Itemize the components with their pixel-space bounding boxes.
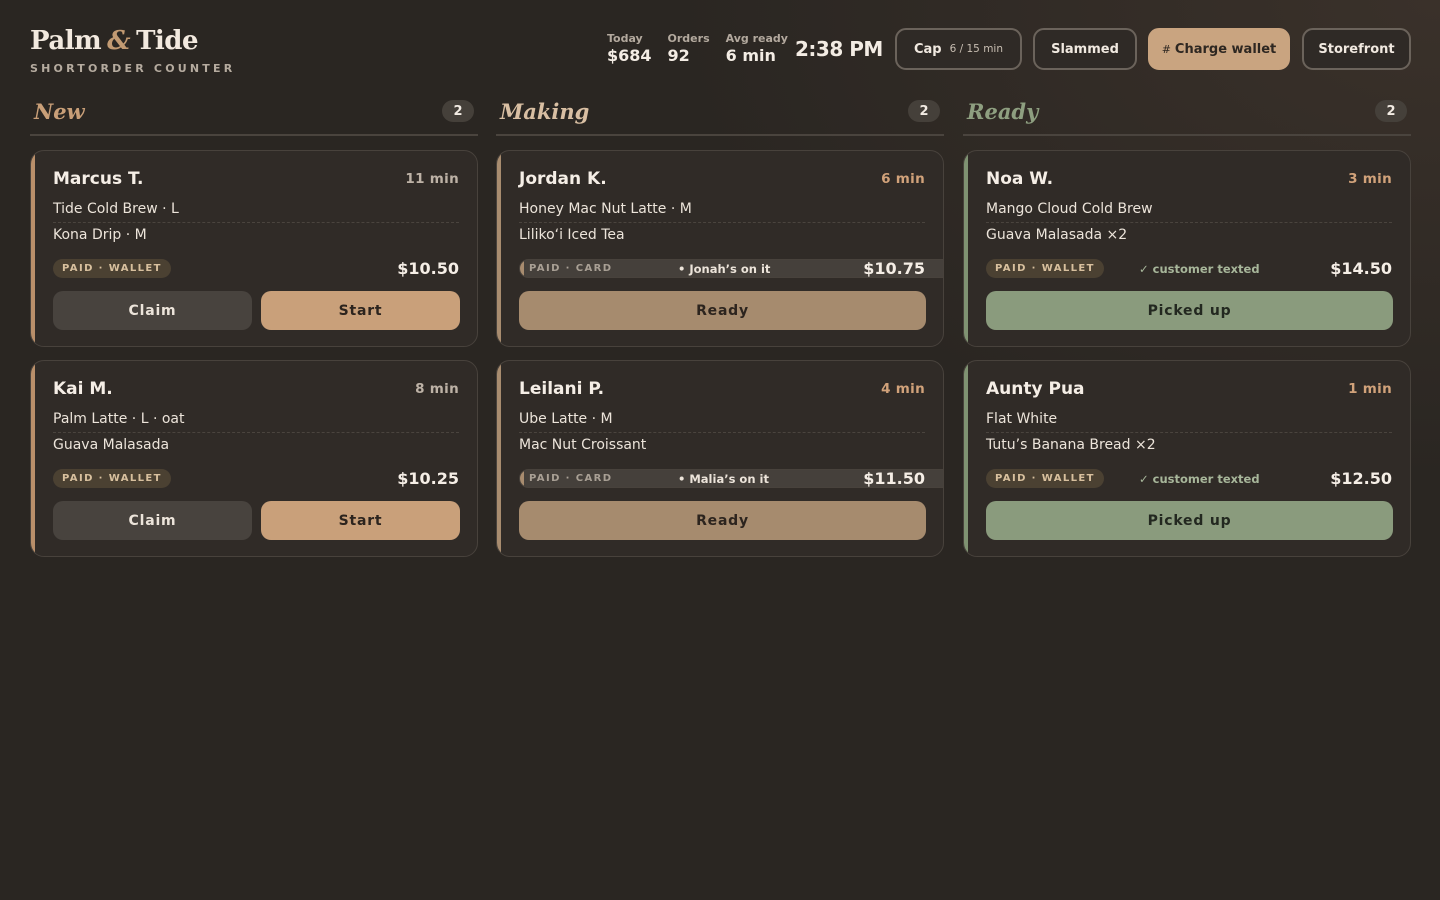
order-item: Kona Drip · M (53, 227, 147, 243)
slammed-label: Slammed (1051, 41, 1119, 57)
ready-button[interactable]: Ready (519, 501, 926, 540)
customer-texted-note: ✓ customer texted (1139, 262, 1260, 276)
order-item: Guava Malasada (53, 437, 170, 453)
column-header: New 2 (30, 94, 478, 136)
stat-value: 6 min (725, 46, 776, 65)
stat-value: $684 (607, 46, 652, 65)
customer-name: Kai M. (53, 379, 113, 399)
wait-time: 1 min (1348, 381, 1392, 397)
payment-badge: PAID · WALLET (53, 469, 171, 488)
barista-note: • Jonah’s on it (678, 262, 771, 276)
stat-value: 92 (667, 46, 690, 65)
order-price: $11.50 (863, 469, 925, 488)
payment-badge: PAID · WALLET (986, 469, 1104, 488)
order-price: $12.50 (1330, 469, 1392, 488)
order-card[interactable]: Kai M. 8 min Palm Latte · L · oat Guava … (30, 360, 478, 557)
start-button[interactable]: Start (261, 291, 460, 330)
column-header: Ready 2 (963, 94, 1411, 136)
stat-label: Today (607, 32, 643, 45)
payment-badge: PAID · WALLET (986, 259, 1104, 278)
column-header: Making 2 (496, 94, 944, 136)
picked-up-button[interactable]: Picked up (986, 291, 1393, 330)
start-button[interactable]: Start (261, 501, 460, 540)
wait-time: 8 min (415, 381, 459, 397)
clock: 2:38 PM (795, 37, 883, 61)
wait-time: 3 min (1348, 171, 1392, 187)
charge-wallet-label: Charge wallet (1174, 41, 1277, 57)
customer-texted-note: ✓ customer texted (1139, 472, 1260, 486)
order-item: Mac Nut Croissant (519, 437, 647, 453)
order-price: $14.50 (1330, 259, 1392, 278)
order-item: Tide Cold Brew · L (53, 201, 459, 223)
column-count-badge: 2 (442, 100, 474, 122)
stats-bar: Today $684 Orders 92 Avg ready 6 min (607, 32, 788, 65)
column-ready: Ready 2 Noa W. 3 min Mango Cloud Cold Br… (963, 94, 1411, 557)
order-item: Flat White (986, 411, 1392, 433)
cap-button[interactable]: Cap 6 / 15 min (895, 28, 1022, 70)
wait-time: 6 min (881, 171, 925, 187)
brand-subtitle: SHORTORDER COUNTER (30, 62, 236, 75)
order-item: Ube Latte · M (519, 411, 925, 433)
order-item: Palm Latte · L · oat (53, 411, 459, 433)
order-item: Mango Cloud Cold Brew (986, 201, 1392, 223)
storefront-button[interactable]: Storefront (1302, 28, 1411, 70)
order-item: Guava Malasada ×2 (986, 227, 1128, 243)
order-card[interactable]: Jordan K. 6 min Honey Mac Nut Latte · M … (496, 150, 944, 347)
brand-name-part2: Tide (136, 26, 199, 56)
customer-name: Jordan K. (519, 169, 607, 189)
slammed-button[interactable]: Slammed (1033, 28, 1137, 70)
stat-label: Orders (667, 32, 710, 45)
storefront-label: Storefront (1318, 41, 1395, 57)
picked-up-button[interactable]: Picked up (986, 501, 1393, 540)
stat-label: Avg ready (725, 32, 788, 45)
customer-name: Marcus T. (53, 169, 144, 189)
payment-badge: PAID · WALLET (53, 259, 171, 278)
hash-icon: # (1161, 42, 1171, 56)
customer-name: Leilani P. (519, 379, 605, 399)
stat-today: Today $684 (607, 32, 652, 65)
order-card[interactable]: Noa W. 3 min Mango Cloud Cold Brew Guava… (963, 150, 1411, 347)
barista-note: • Malia’s on it (678, 472, 769, 486)
brand-title: Palm & Tide (30, 26, 235, 56)
claim-button[interactable]: Claim (53, 501, 252, 540)
column-count-badge: 2 (908, 100, 940, 122)
order-item: Honey Mac Nut Latte · M (519, 201, 925, 223)
customer-name: Aunty Pua (986, 379, 1085, 399)
brand-name-part1: Palm (30, 26, 102, 56)
brand-ampersand: & (107, 26, 131, 56)
claim-button[interactable]: Claim (53, 291, 252, 330)
order-price: $10.50 (397, 259, 459, 278)
ready-button[interactable]: Ready (519, 291, 926, 330)
brand: Palm & Tide SHORTORDER COUNTER (30, 26, 235, 75)
cap-value: 6 / 15 min (949, 43, 1004, 55)
order-price: $10.75 (863, 259, 925, 278)
customer-name: Noa W. (986, 169, 1054, 189)
column-title: New (34, 98, 85, 124)
column-count-badge: 2 (1375, 100, 1407, 122)
order-price: $10.25 (397, 469, 459, 488)
wait-time: 11 min (405, 171, 459, 187)
stat-avg-ready: Avg ready 6 min (726, 32, 788, 65)
charge-wallet-button[interactable]: # Charge wallet (1148, 28, 1290, 70)
stat-orders: Orders 92 (668, 32, 710, 65)
column-title: Ready (967, 98, 1039, 124)
order-card[interactable]: Leilani P. 4 min Ube Latte · M Mac Nut C… (496, 360, 944, 557)
order-card[interactable]: Marcus T. 11 min Tide Cold Brew · L Kona… (30, 150, 478, 347)
column-title: Making (500, 98, 590, 124)
order-item: Tutu’s Banana Bread ×2 (986, 437, 1156, 453)
order-item: Liliko‘i Iced Tea (519, 227, 625, 243)
order-card[interactable]: Aunty Pua 1 min Flat White Tutu’s Banana… (963, 360, 1411, 557)
column-new: New 2 Marcus T. 11 min Tide Cold Brew · … (30, 94, 478, 557)
column-making: Making 2 Jordan K. 6 min Honey Mac Nut L… (496, 94, 944, 557)
wait-time: 4 min (881, 381, 925, 397)
cap-label: Cap (913, 41, 942, 57)
